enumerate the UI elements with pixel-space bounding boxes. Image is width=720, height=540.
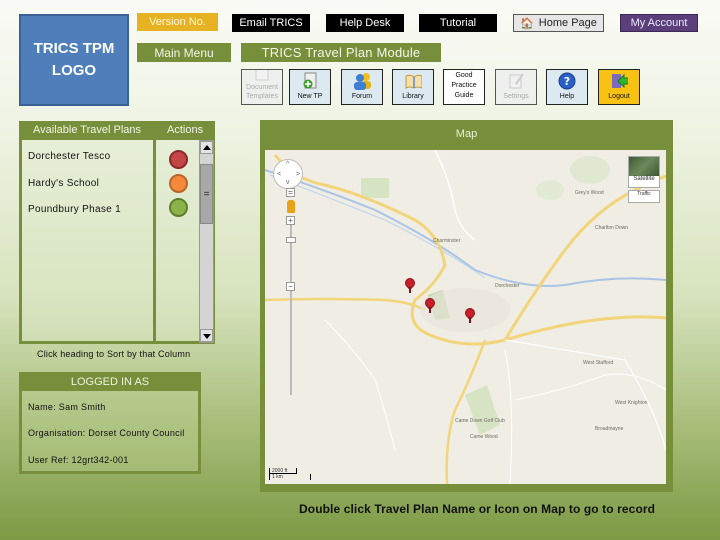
tool-label: Help <box>559 93 575 100</box>
zoom-out-icon[interactable]: − <box>286 282 295 291</box>
tool-label: Logout <box>608 93 630 100</box>
zoom-slider-track[interactable] <box>290 225 292 395</box>
column-header-actions[interactable]: Actions <box>167 124 203 136</box>
map-label: Came Down Golf Club <box>455 418 505 424</box>
scroll-down-arrow-icon[interactable] <box>200 329 213 342</box>
tool-label: New TP <box>297 93 323 100</box>
status-indicator-orange[interactable] <box>169 174 188 193</box>
tool-label: Forum <box>351 93 373 100</box>
forum-button[interactable]: Forum <box>341 69 383 105</box>
scale-km: 1 km <box>269 474 311 480</box>
user-ref: User Ref: 12grt342-001 <box>28 455 129 465</box>
svg-text:?: ? <box>564 75 570 88</box>
map-label: Charlton Down <box>595 225 629 231</box>
map-label: Dorchester <box>495 283 520 289</box>
good-practice-guide-button[interactable]: Good Practice Guide <box>443 69 485 105</box>
map-marker-hardys-school[interactable] <box>422 295 438 314</box>
home-icon: 🏠 <box>520 17 534 30</box>
map-marker-dorchester-tesco[interactable] <box>402 275 418 294</box>
forum-users-icon <box>353 72 371 90</box>
user-organisation: Organisation: Dorset County Council <box>28 428 185 438</box>
version-button[interactable]: Version No. <box>137 13 218 31</box>
map-label: Charminster <box>433 238 461 244</box>
trics-tpm-logo: TRICS TPM LOGO <box>19 14 129 106</box>
new-tp-button[interactable]: New TP <box>289 69 331 105</box>
column-divider <box>153 140 156 344</box>
map-marker-poundbury[interactable] <box>462 305 478 324</box>
user-name: Name: Sam Smith <box>28 402 106 412</box>
plans-table-header: Available Travel Plans Actions <box>19 121 215 140</box>
plans-table-body <box>19 140 215 344</box>
module-title: TRICS Travel Plan Module <box>241 43 441 62</box>
plan-row-name[interactable]: Poundbury Phase 1 <box>28 204 121 215</box>
zoom-in-icon[interactable]: = <box>286 188 295 197</box>
sort-hint: Click heading to Sort by that Column <box>37 349 191 359</box>
logout-button[interactable]: Logout <box>598 69 640 105</box>
plans-scrollbar[interactable]: = <box>199 140 214 343</box>
settings-button[interactable]: Settings <box>495 69 537 105</box>
tool-label: Settings <box>503 93 529 100</box>
document-icon <box>253 70 271 81</box>
book-icon <box>404 72 422 90</box>
pan-control[interactable]: ^ < > v <box>273 159 303 189</box>
help-button[interactable]: ? Help <box>546 69 588 105</box>
road <box>265 297 426 312</box>
my-account-button[interactable]: My Account <box>620 14 698 32</box>
zoom-plus-icon[interactable]: + <box>286 216 295 225</box>
logged-in-header: LOGGED IN AS <box>19 372 201 391</box>
scroll-up-arrow-icon[interactable] <box>200 141 213 154</box>
zoom-slider-knob[interactable] <box>286 237 296 243</box>
logo-text-line2: LOGO <box>51 62 97 79</box>
map-instruction: Double click Travel Plan Name or Icon on… <box>299 502 656 516</box>
map-scale: 2000 ft 1 km <box>269 468 311 480</box>
tutorial-button[interactable]: Tutorial <box>419 14 497 32</box>
home-page-label: Home Page <box>538 17 597 29</box>
traffic-button[interactable]: Traffic <box>628 190 660 203</box>
map-canvas[interactable]: ^ < > v = + − Satellite Traffic Charmins… <box>265 150 666 484</box>
column-header-plan-name[interactable]: Available Travel Plans <box>33 124 141 136</box>
map-header: Map <box>260 120 673 147</box>
email-trics-button[interactable]: Email TRICS <box>232 14 310 32</box>
map-label: Grey's Wood <box>575 190 604 196</box>
map-label: Broadmayne <box>595 426 624 432</box>
status-indicator-green[interactable] <box>169 198 188 217</box>
green-area <box>570 156 610 184</box>
logo-text-line1: TRICS TPM <box>33 40 115 57</box>
map-frame: ^ < > v = + − Satellite Traffic Charmins… <box>260 147 673 492</box>
satellite-button[interactable]: Satellite <box>628 156 660 188</box>
plan-row-name[interactable]: Dorchester Tesco <box>28 151 110 162</box>
document-templates-button[interactable]: Document Templates <box>241 69 283 105</box>
plan-row-name[interactable]: Hardy's School <box>28 178 99 189</box>
status-indicator-red[interactable] <box>169 150 188 169</box>
map-label: West Knighton <box>615 400 648 406</box>
main-menu-button[interactable]: Main Menu <box>137 43 231 62</box>
satellite-thumbnail <box>629 157 659 176</box>
home-page-button[interactable]: 🏠 Home Page <box>513 14 604 32</box>
settings-edit-icon <box>507 72 525 90</box>
scroll-thumb[interactable]: = <box>200 164 213 224</box>
tool-label: Document Templates <box>246 84 278 100</box>
green-area <box>536 180 564 200</box>
street-view-pegman-icon[interactable] <box>287 200 295 213</box>
new-document-icon <box>301 72 319 90</box>
tool-label: Library <box>402 93 424 100</box>
tool-label: Good Practice Guide <box>451 71 477 99</box>
map-label: West Stafford <box>583 360 614 366</box>
map-label: Came Wood <box>470 434 498 440</box>
green-area <box>361 178 389 198</box>
help-icon: ? <box>558 72 576 90</box>
green-area <box>465 385 500 435</box>
logout-arrow-icon <box>610 72 628 90</box>
satellite-label: Satellite <box>633 176 655 182</box>
help-desk-button[interactable]: Help Desk <box>326 14 404 32</box>
library-button[interactable]: Library <box>392 69 434 105</box>
